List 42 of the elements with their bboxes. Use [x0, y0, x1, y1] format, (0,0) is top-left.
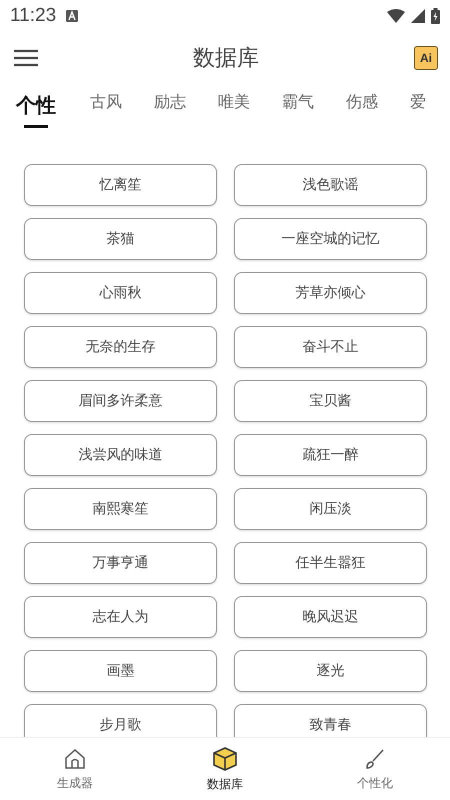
nav-tab[interactable]: 数据库 — [150, 738, 300, 800]
ai-button[interactable]: Ai — [414, 46, 438, 70]
name-button[interactable]: 万事亨通 — [24, 542, 217, 584]
nav-tab[interactable]: 生成器 — [0, 738, 150, 800]
wifi-icon — [387, 9, 405, 23]
menu-icon[interactable] — [14, 49, 38, 67]
name-button[interactable]: 步月歌 — [24, 704, 217, 737]
name-button[interactable]: 浅色歌谣 — [234, 164, 427, 206]
name-button[interactable]: 茶猫 — [24, 218, 217, 260]
category-tab[interactable]: 爱 — [410, 92, 426, 132]
category-tab[interactable]: 个性 — [16, 92, 56, 132]
name-button[interactable]: 南熙寒笙 — [24, 488, 217, 530]
category-tab[interactable]: 励志 — [154, 92, 186, 132]
name-button[interactable]: 闲压淡 — [234, 488, 427, 530]
name-button[interactable]: 志在人为 — [24, 596, 217, 638]
name-button[interactable]: 晚风迟迟 — [234, 596, 427, 638]
name-button[interactable]: 一座空城的记忆 — [234, 218, 427, 260]
box-icon — [212, 746, 238, 772]
name-button[interactable]: 心雨秋 — [24, 272, 217, 314]
name-button[interactable]: 眉间多许柔意 — [24, 380, 217, 422]
name-button[interactable]: 逐光 — [234, 650, 427, 692]
page-title: 数据库 — [192, 45, 260, 73]
status-time: 11:23 — [10, 5, 56, 27]
signal-icon — [411, 9, 425, 23]
name-button[interactable]: 任半生嚣狂 — [234, 542, 427, 584]
category-tab[interactable]: 伤感 — [346, 92, 378, 132]
name-button[interactable]: 忆离笙 — [24, 164, 217, 206]
name-button[interactable]: 画墨 — [24, 650, 217, 692]
category-tab[interactable]: 唯美 — [218, 92, 250, 132]
name-button[interactable]: 浅尝风的味道 — [24, 434, 217, 476]
name-button[interactable]: 奋斗不止 — [234, 326, 427, 368]
name-button[interactable]: 宝贝酱 — [234, 380, 427, 422]
notification-icon — [66, 10, 78, 22]
name-button[interactable]: 无奈的生存 — [24, 326, 217, 368]
nav-tab[interactable]: 个性化 — [300, 738, 450, 800]
battery-icon — [431, 8, 440, 24]
category-tab[interactable]: 霸气 — [282, 92, 314, 132]
name-button[interactable]: 芳草亦倾心 — [234, 272, 427, 314]
home-icon — [63, 746, 87, 770]
name-button[interactable]: 致青春 — [234, 704, 427, 737]
category-tab[interactable]: 古风 — [90, 92, 122, 132]
name-button[interactable]: 疏狂一醉 — [234, 434, 427, 476]
